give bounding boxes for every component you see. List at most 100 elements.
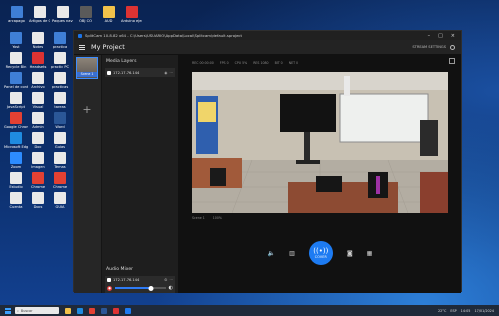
desktop-icon[interactable]: Admin <box>26 112 50 129</box>
desktop-icon[interactable]: JavaScript <box>4 92 28 109</box>
mixer-settings-icon[interactable]: ⚙ <box>164 278 167 282</box>
desktop-icon[interactable]: Docs <box>26 192 50 209</box>
cover-label: COVER <box>314 255 327 259</box>
stream-settings-button[interactable]: STREAM SETTINGS <box>412 45 446 49</box>
desktop-icon[interactable]: Panel de control <box>4 72 28 89</box>
stat-label: FPS 0 <box>219 61 229 65</box>
expand-icon[interactable] <box>449 58 455 64</box>
desktop-file-icon <box>32 92 44 104</box>
clock-date[interactable]: 17/01/2024 <box>474 309 494 313</box>
desktop-icon[interactable]: Cuenta <box>4 192 28 209</box>
whiteboard <box>339 93 429 143</box>
splitcam-taskbar-icon[interactable] <box>125 307 131 314</box>
search-input[interactable]: ⌕ Buscar <box>15 307 59 314</box>
eye-icon[interactable]: ◉ <box>164 71 167 75</box>
desktop-icon[interactable]: Yost <box>4 32 28 49</box>
desktop-icon[interactable]: Arduino ejecu.v <box>121 6 142 23</box>
desktop-icon[interactable]: Recycle Bin <box>4 52 28 69</box>
desktop-icon[interactable]: practicas <box>48 72 72 89</box>
desktop-icon[interactable]: AUD <box>98 6 119 23</box>
maximize-button[interactable]: □ <box>438 33 443 39</box>
scene-label: Scene 1 <box>77 72 97 77</box>
start-icon[interactable] <box>5 307 11 314</box>
desktop-file-icon <box>32 112 44 124</box>
desktop-icon[interactable]: Visual <box>26 92 50 109</box>
desktop-file-icon <box>10 72 22 84</box>
clock-time[interactable]: 14:05 <box>461 309 471 313</box>
layer-item[interactable]: 172.17.76.144 ◉ ⋯ <box>105 68 175 77</box>
desktop-top-icons: arcapago Artigos de GUSA COPaques navegat… <box>6 6 142 23</box>
desktop-icon-label: Yost <box>12 45 20 49</box>
stat-label: BIT 0 <box>274 61 283 65</box>
desktop-icon[interactable]: Doc <box>26 132 50 149</box>
scene-preview-image <box>77 58 97 72</box>
cover-button[interactable]: ((•)) COVER <box>308 241 333 265</box>
close-button[interactable]: × <box>451 33 455 39</box>
explorer-icon[interactable] <box>65 307 71 314</box>
volume-slider[interactable] <box>115 285 166 291</box>
desktop-file-icon <box>125 6 138 18</box>
word-icon[interactable] <box>101 307 107 314</box>
desktop-icon[interactable]: practic PC <box>48 52 72 69</box>
desktop-icon-label: practic PC <box>50 65 70 69</box>
desktop-icon[interactable]: Artigos de GUSA CO <box>29 6 50 23</box>
desktop-icon[interactable]: Guias <box>48 132 72 149</box>
settings-icon[interactable]: ▦ <box>367 250 373 257</box>
add-scene-button[interactable]: + <box>80 103 94 117</box>
desktop-icon[interactable]: arcapago <box>6 6 27 23</box>
desktop-icon[interactable]: Archivo <box>26 72 50 89</box>
desktop-icon-label: Word <box>55 125 65 129</box>
minimize-button[interactable]: – <box>428 33 431 39</box>
volume-icon[interactable]: 🔈 <box>268 250 275 257</box>
desktop-icon-label: Admin <box>32 125 44 129</box>
hamburger-menu-icon[interactable] <box>79 44 85 50</box>
more-icon[interactable]: ⋯ <box>169 71 173 75</box>
language-indicator[interactable]: ESP <box>450 309 456 313</box>
desktop-icon[interactable]: Temas <box>48 152 72 169</box>
window-controls: – □ × <box>428 33 455 39</box>
desktop-icon[interactable]: Imagen <box>26 152 50 169</box>
desktop-icon[interactable]: Microsoft Edge <box>4 132 28 149</box>
mute-button[interactable]: ● <box>107 285 112 291</box>
desktop-icon[interactable]: Estudio <box>4 172 28 189</box>
camera-icon[interactable]: ◙ <box>347 250 353 257</box>
mixer-item: 172.17.76.144 ⚙ ⋯ ● ◐ <box>105 276 175 293</box>
desktop-file-icon <box>32 52 44 64</box>
edge-icon[interactable] <box>77 307 83 314</box>
chrome-icon[interactable] <box>89 307 95 314</box>
desktop-file-icon <box>32 172 44 184</box>
desktop-file-icon <box>32 152 44 164</box>
powerpoint-icon[interactable] <box>113 307 119 314</box>
project-title: My Project <box>91 43 125 51</box>
volume-knob[interactable] <box>148 285 154 291</box>
scene-thumbnail[interactable]: Scene 1 <box>76 57 98 79</box>
desktop-icon-label: GUIA <box>55 205 65 209</box>
desktop-icon[interactable]: Zoom <box>4 152 28 169</box>
desktop-icon[interactable]: Google Chrome <box>4 112 28 129</box>
desktop-icon[interactable]: Chrome <box>48 172 72 189</box>
desktop-icon[interactable]: GUIA <box>48 192 72 209</box>
cabinet-right <box>420 120 438 156</box>
window-title: SplitCam 10.8.82 x64 - C:\Users\USUARIO\… <box>85 33 242 38</box>
desktop-icon[interactable]: Chrome <box>26 172 50 189</box>
desktop-icon[interactable]: OBJ CO <box>75 6 96 23</box>
taskbar-apps <box>65 307 131 314</box>
desktop-icon[interactable]: tareas <box>48 92 72 109</box>
desktop-icon[interactable]: Notes <box>26 32 50 49</box>
desktop-icon[interactable]: Paques navegate <box>52 6 73 23</box>
grid-icon[interactable]: ▥ <box>289 250 295 257</box>
desktop-file-icon <box>32 32 44 44</box>
desktop-icon-label: practica <box>52 45 68 49</box>
desktop-icon[interactable]: practica <box>48 32 72 49</box>
mic-icon <box>107 278 111 282</box>
desktop-column-2: Notes Headsets Archivo Visual Admin Doc Imagen… <box>26 32 50 209</box>
desktop-icon[interactable]: Headsets <box>26 52 50 69</box>
scenes-panel: Scene 1 + <box>74 55 102 293</box>
menu-right: STREAM SETTINGS <box>412 44 455 50</box>
desktop-icon[interactable]: Word <box>48 112 72 129</box>
gear-icon[interactable] <box>450 44 455 50</box>
desktop-icon-label: Doc <box>34 145 42 149</box>
mixer-more-icon[interactable]: ⋯ <box>169 278 173 282</box>
status-scene: Scene 1 <box>192 216 205 220</box>
speaker-icon[interactable]: ◐ <box>169 285 173 291</box>
